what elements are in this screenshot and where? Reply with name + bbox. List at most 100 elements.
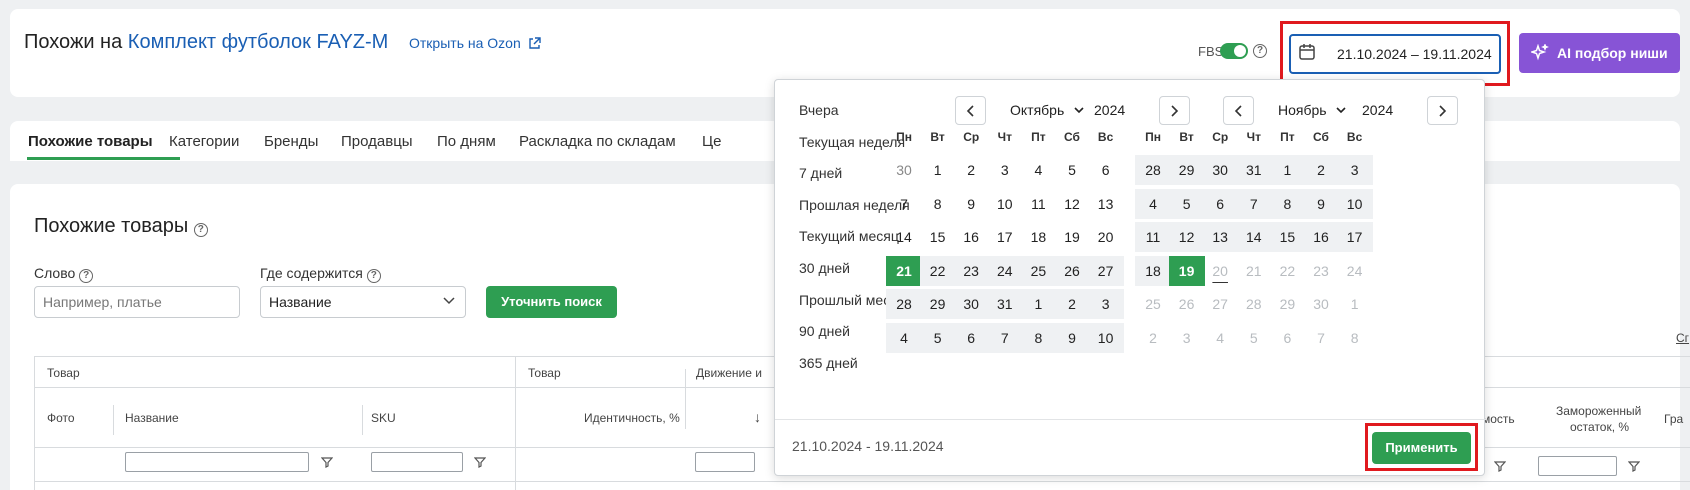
calendar-day[interactable]: 1 <box>1269 155 1306 185</box>
calendar-day[interactable]: 11 <box>1020 189 1056 219</box>
calendar-day[interactable]: 6 <box>953 323 990 353</box>
tab-prices[interactable]: Це <box>702 133 721 150</box>
calendar-day[interactable]: 10 <box>987 189 1023 219</box>
calendar-day[interactable]: 14 <box>886 222 922 252</box>
calendar-day[interactable]: 9 <box>953 189 989 219</box>
calendar-day[interactable]: 8 <box>1269 188 1306 219</box>
calendar-day[interactable]: 5 <box>1054 155 1090 185</box>
calendar-day[interactable]: 12 <box>1168 222 1205 253</box>
calendar-day[interactable]: 20 <box>1202 256 1238 286</box>
calendar-day[interactable]: 27 <box>1202 289 1238 319</box>
calendar-day[interactable]: 17 <box>987 222 1023 252</box>
calendar-day[interactable]: 24 <box>1337 256 1373 286</box>
calendar-day[interactable]: 13 <box>1088 189 1124 219</box>
product-name-link[interactable]: Комплект футболок FAYZ-M <box>128 31 389 53</box>
preset-option[interactable]: 30 дней <box>799 260 850 276</box>
open-on-ozon-link[interactable]: Открыть на Ozon <box>409 35 541 51</box>
column-name[interactable]: Название <box>125 411 179 425</box>
calendar-day[interactable]: 28 <box>886 289 922 320</box>
calendar-day[interactable]: 10 <box>1087 323 1124 353</box>
next-month-button[interactable] <box>1427 96 1458 125</box>
left-year[interactable]: 2024 <box>1094 102 1125 118</box>
help-icon[interactable]: ? <box>366 269 381 283</box>
preset-option[interactable]: 365 дней <box>799 355 858 371</box>
tab-warehouse-layout[interactable]: Раскладка по складам <box>519 133 676 150</box>
calendar-day[interactable]: 4 <box>1135 188 1171 219</box>
preset-option[interactable]: Текущий месяц <box>799 228 899 244</box>
help-icon[interactable]: ? <box>193 223 208 237</box>
calendar-day[interactable]: 25 <box>1135 289 1171 319</box>
sort-arrow-icon[interactable]: ↓ <box>754 409 761 425</box>
preset-option[interactable]: Вчера <box>799 102 839 118</box>
calendar-day[interactable]: 3 <box>1336 155 1373 185</box>
edge-link-partial[interactable]: Сг <box>1676 331 1689 345</box>
word-input[interactable] <box>34 286 240 318</box>
calendar-day[interactable]: 1 <box>1020 289 1057 320</box>
right-prev-month-button[interactable] <box>1223 96 1254 125</box>
calendar-day[interactable]: 12 <box>1054 189 1090 219</box>
calendar-day[interactable]: 9 <box>1054 323 1090 353</box>
calendar-day[interactable]: 10 <box>1336 188 1373 219</box>
calendar-day[interactable]: 4 <box>886 323 922 353</box>
column-chart-partial[interactable]: Гра <box>1664 412 1683 426</box>
calendar-day[interactable]: 5 <box>1168 188 1205 219</box>
fbs-toggle[interactable] <box>1220 43 1248 59</box>
calendar-day[interactable]: 16 <box>953 222 989 252</box>
calendar-day[interactable]: 2 <box>953 155 989 185</box>
refine-search-button[interactable]: Уточнить поиск <box>486 286 617 318</box>
column-turnover-partial[interactable]: мость <box>1482 412 1515 426</box>
calendar-day[interactable]: 7 <box>886 189 922 219</box>
apply-button[interactable]: Применить <box>1372 432 1471 464</box>
calendar-day[interactable]: 11 <box>1135 222 1171 253</box>
calendar-day[interactable]: 8 <box>1337 323 1373 353</box>
calendar-day[interactable]: 30 <box>1202 155 1239 185</box>
left-month-select[interactable]: Октябрь <box>1010 102 1084 118</box>
tab-similar-products[interactable]: Похожие товары <box>28 133 153 150</box>
preset-option[interactable]: 7 дней <box>799 165 842 181</box>
calendar-day[interactable]: 29 <box>1269 289 1305 319</box>
right-month-select[interactable]: Ноябрь <box>1278 102 1347 118</box>
calendar-day[interactable]: 15 <box>920 222 956 252</box>
calendar-day[interactable]: 9 <box>1303 188 1339 219</box>
calendar-day[interactable]: 6 <box>1088 155 1124 185</box>
name-filter-input[interactable] <box>125 452 309 472</box>
calendar-day[interactable]: 7 <box>1303 323 1339 353</box>
filter-icon[interactable] <box>1628 460 1640 472</box>
column-frozen-stock-line1[interactable]: Замороженный <box>1556 404 1641 418</box>
filter-icon[interactable] <box>1494 460 1506 472</box>
calendar-day[interactable]: 6 <box>1202 188 1239 219</box>
calendar-day[interactable]: 7 <box>1235 188 1272 219</box>
calendar-day[interactable]: 8 <box>920 189 956 219</box>
calendar-day[interactable]: 29 <box>919 289 956 320</box>
column-identity[interactable]: Идентичность, % <box>584 411 680 425</box>
tab-brands[interactable]: Бренды <box>264 133 318 150</box>
calendar-day[interactable]: 18 <box>1135 255 1171 286</box>
date-range-button[interactable]: 21.10.2024 – 19.11.2024 <box>1289 34 1501 74</box>
calendar-day[interactable]: 19 <box>1054 222 1090 252</box>
calendar-day[interactable]: 13 <box>1202 222 1239 253</box>
calendar-day[interactable]: 28 <box>1135 155 1171 185</box>
calendar-day[interactable]: 2 <box>1054 289 1090 320</box>
calendar-day[interactable]: 7 <box>986 323 1023 353</box>
calendar-day[interactable]: 21 <box>886 255 922 286</box>
calendar-day[interactable]: 26 <box>1054 255 1090 286</box>
column-photo[interactable]: Фото <box>47 411 75 425</box>
calendar-day[interactable]: 17 <box>1336 222 1373 253</box>
calendar-day[interactable]: 4 <box>1202 323 1238 353</box>
calendar-day[interactable]: 23 <box>1303 256 1339 286</box>
calendar-day[interactable]: 22 <box>919 255 956 286</box>
where-select[interactable]: Название <box>260 286 466 318</box>
help-icon[interactable]: ? <box>79 269 94 283</box>
calendar-day[interactable]: 8 <box>1020 323 1057 353</box>
left-next-month-button[interactable] <box>1159 96 1190 125</box>
calendar-day[interactable]: 5 <box>919 323 956 353</box>
column-frozen-stock-line2[interactable]: остаток, % <box>1570 420 1629 434</box>
calendar-day[interactable]: 31 <box>986 289 1023 320</box>
calendar-day[interactable]: 2 <box>1135 323 1171 353</box>
calendar-day[interactable]: 4 <box>1020 155 1056 185</box>
preset-option[interactable]: 90 дней <box>799 323 850 339</box>
calendar-day[interactable]: 26 <box>1169 289 1205 319</box>
calendar-day[interactable]: 1 <box>1337 289 1373 319</box>
calendar-day[interactable]: 2 <box>1303 155 1339 185</box>
calendar-day[interactable]: 31 <box>1235 155 1272 185</box>
